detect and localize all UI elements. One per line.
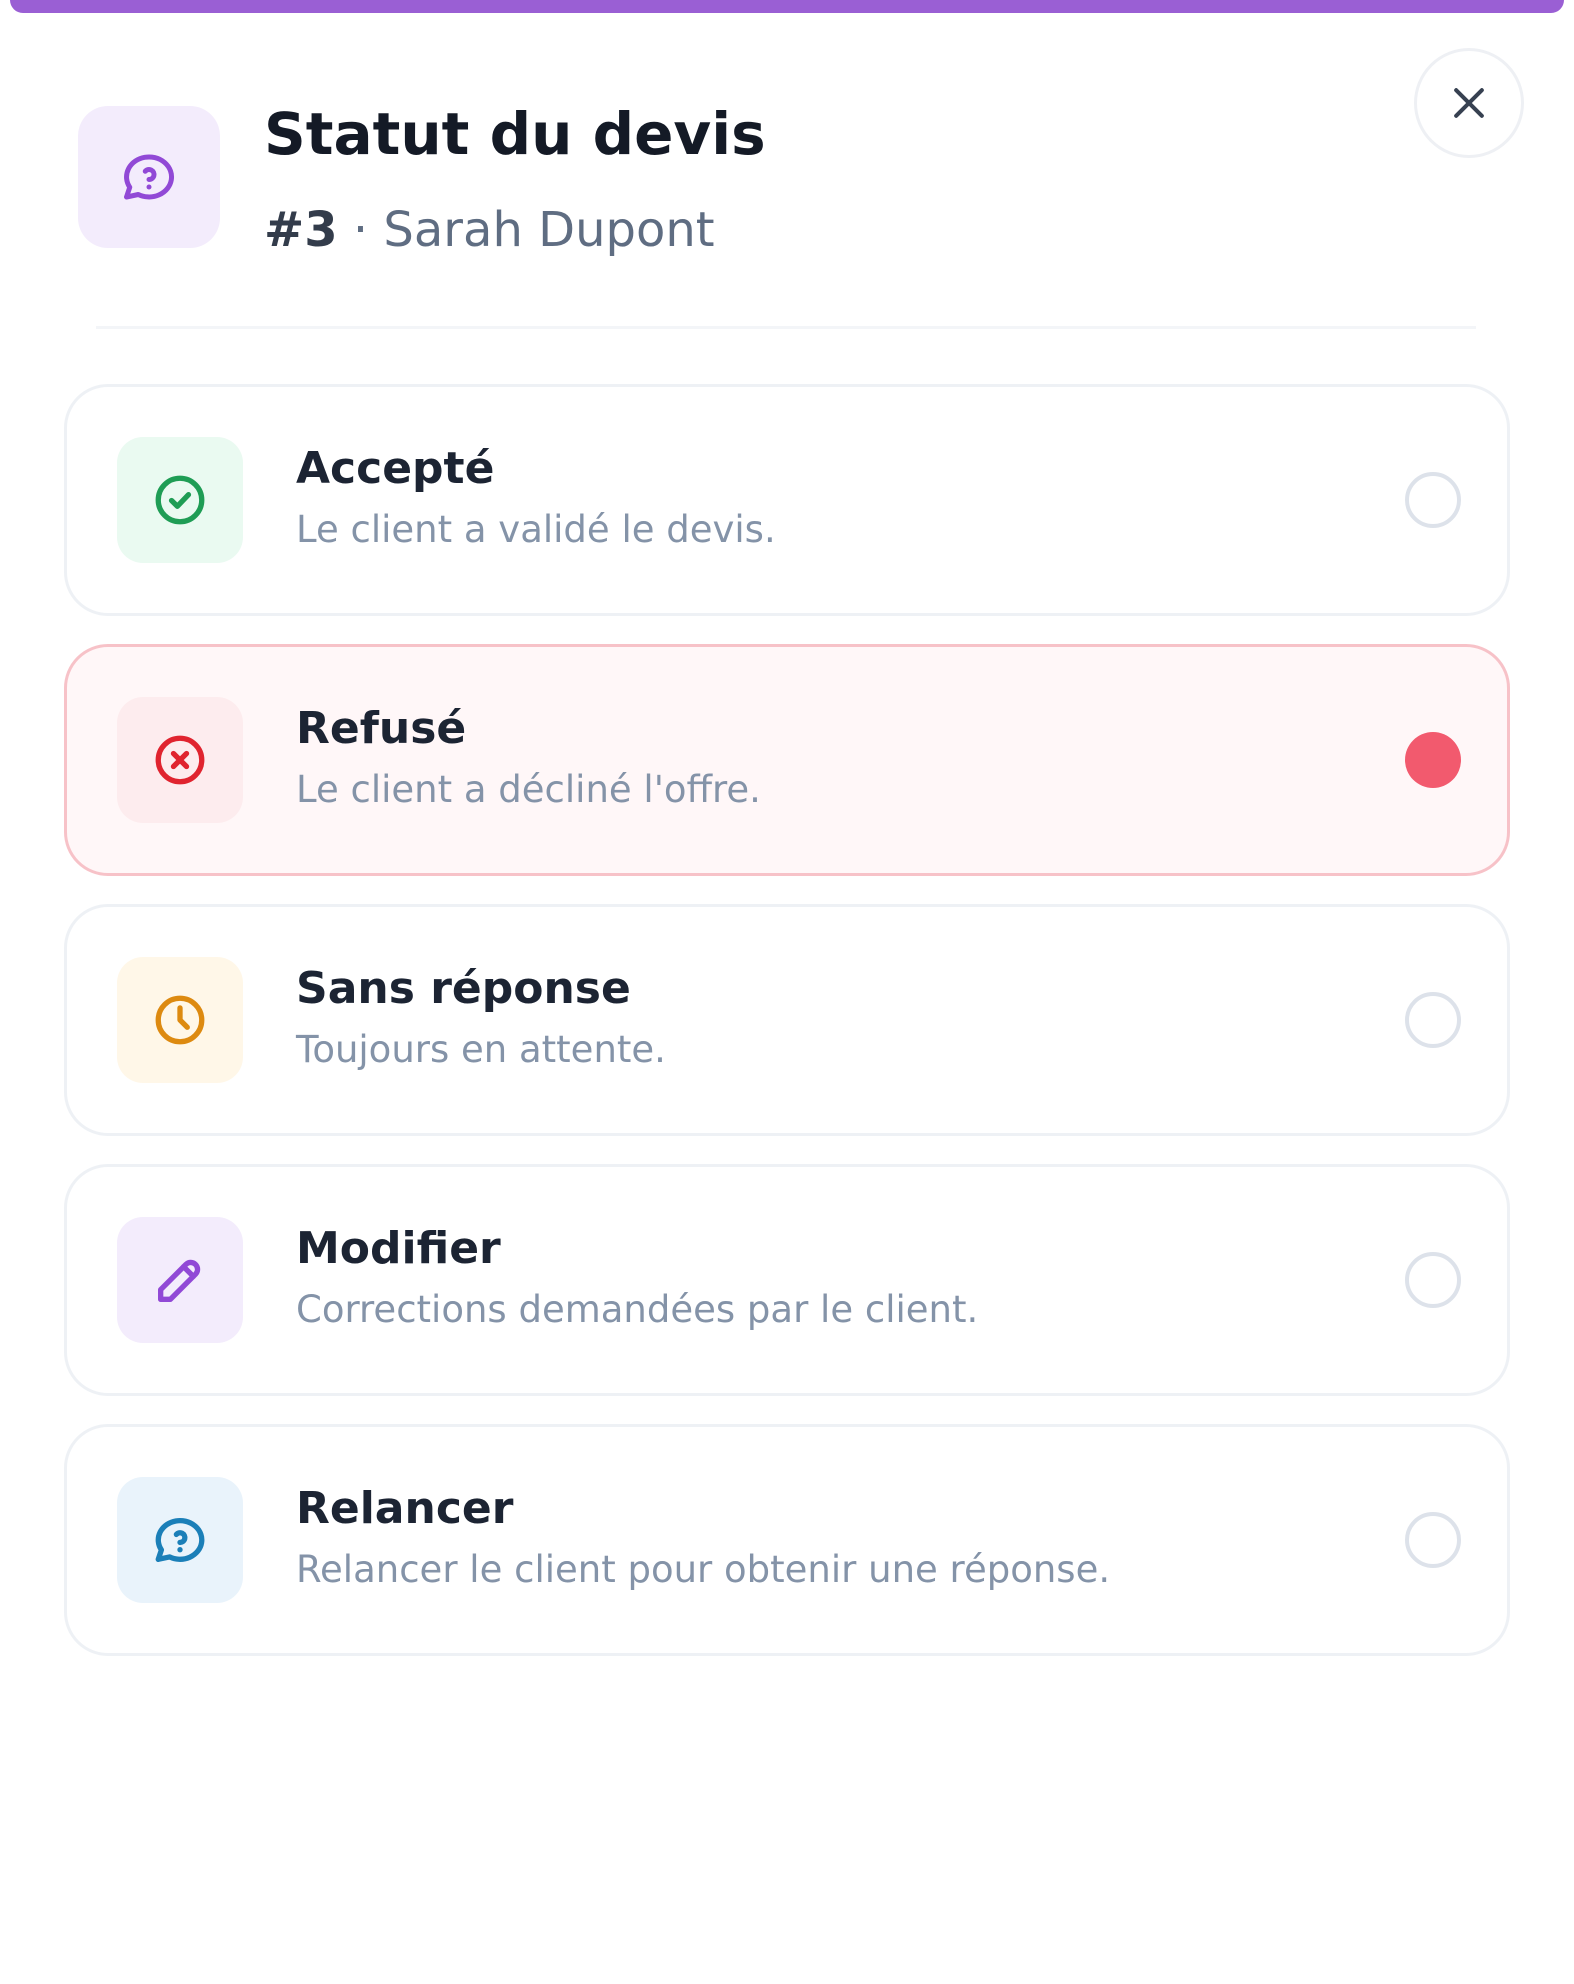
- client-name: Sarah Dupont: [383, 202, 715, 258]
- accent-bar: [10, 0, 1564, 13]
- option-description: Relancer le client pour obtenir une répo…: [296, 1548, 1111, 1591]
- clock-icon: [155, 995, 205, 1045]
- dialog-title: Statut du devis: [264, 100, 766, 168]
- radio-sans-reponse[interactable]: [1405, 992, 1461, 1048]
- close-icon: [1454, 88, 1484, 118]
- option-label: Sans réponse: [296, 963, 631, 1014]
- status-dialog: Statut du devis #3 · Sarah Dupont Accept…: [0, 0, 1574, 1984]
- header-divider: [96, 326, 1476, 329]
- radio-refuse[interactable]: [1405, 732, 1461, 788]
- radio-accepte[interactable]: [1405, 472, 1461, 528]
- x-circle-icon: [155, 735, 205, 785]
- header-icon-box: [78, 106, 220, 248]
- option-label: Relancer: [296, 1483, 514, 1534]
- dialog-subtitle: #3 · Sarah Dupont: [264, 198, 715, 262]
- subtitle-separator: ·: [352, 202, 369, 258]
- option-description: Toujours en attente.: [296, 1028, 666, 1071]
- option-description: Corrections demandées par le client.: [296, 1288, 979, 1331]
- status-option-sans-reponse[interactable]: Sans réponse Toujours en attente.: [64, 904, 1510, 1136]
- status-option-refuse[interactable]: Refusé Le client a décliné l'offre.: [64, 644, 1510, 876]
- option-label: Refusé: [296, 703, 467, 754]
- status-option-relancer[interactable]: Relancer Relancer le client pour obtenir…: [64, 1424, 1510, 1656]
- radio-modifier[interactable]: [1405, 1252, 1461, 1308]
- option-description: Le client a validé le devis.: [296, 508, 776, 551]
- option-icon-box: [117, 437, 243, 563]
- radio-relancer[interactable]: [1405, 1512, 1461, 1568]
- status-option-accepte[interactable]: Accepté Le client a validé le devis.: [64, 384, 1510, 616]
- option-label: Accepté: [296, 443, 495, 494]
- status-option-modifier[interactable]: Modifier Corrections demandées par le cl…: [64, 1164, 1510, 1396]
- pencil-icon: [158, 1259, 201, 1302]
- option-icon-box: [117, 1217, 243, 1343]
- option-description: Le client a décliné l'offre.: [296, 768, 761, 811]
- close-button[interactable]: [1414, 48, 1524, 158]
- check-circle-icon: [155, 475, 205, 525]
- quote-number: #3: [264, 202, 338, 258]
- question-bubble-icon: [155, 1517, 205, 1562]
- option-icon-box: [117, 1477, 243, 1603]
- question-bubble-icon: [124, 154, 175, 200]
- option-label: Modifier: [296, 1223, 501, 1274]
- option-icon-box: [117, 697, 243, 823]
- option-icon-box: [117, 957, 243, 1083]
